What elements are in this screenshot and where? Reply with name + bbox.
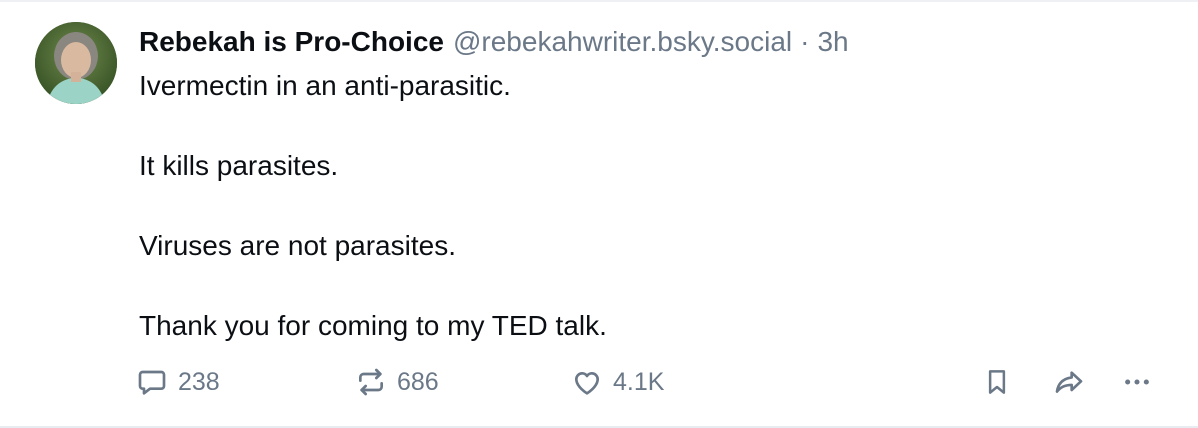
post-paragraph: It kills parasites.: [139, 150, 339, 181]
reply-count: 238: [178, 367, 220, 396]
post-paragraph: Viruses are not parasites.: [139, 230, 456, 261]
share-button[interactable]: [1052, 360, 1086, 404]
avatar-image: [35, 22, 117, 104]
post-text: Ivermectin in an anti-parasitic. It kill…: [139, 66, 1099, 346]
post-paragraph: Ivermectin in an anti-parasitic.: [139, 70, 511, 101]
repost-count: 686: [397, 367, 439, 396]
more-options-icon: [1125, 379, 1149, 385]
post-header: Rebekah is Pro-Choice @rebekahwriter.bsk…: [139, 24, 849, 60]
bookmark-icon: [988, 370, 1006, 394]
post-timestamp[interactable]: 3h: [817, 24, 848, 60]
post-paragraph: Thank you for coming to my TED talk.: [139, 310, 607, 341]
bookmark-button[interactable]: [982, 360, 1012, 404]
share-icon: [1055, 371, 1083, 393]
more-options-button[interactable]: [1120, 360, 1154, 404]
repost-icon: [359, 368, 383, 396]
reply-button[interactable]: 238: [136, 360, 220, 404]
post-actions: 238 686 4.1K: [0, 360, 1198, 404]
like-count: 4.1K: [613, 367, 665, 396]
post-card[interactable]: Rebekah is Pro-Choice @rebekahwriter.bsk…: [0, 0, 1198, 428]
reply-icon: [138, 370, 166, 395]
avatar[interactable]: [35, 22, 117, 104]
heart-icon: [575, 372, 599, 395]
header-separator: ·: [800, 26, 810, 57]
repost-button[interactable]: 686: [355, 360, 439, 404]
author-handle[interactable]: @rebekahwriter.bsky.social: [453, 24, 792, 60]
like-button[interactable]: 4.1K: [571, 360, 664, 404]
author-display-name[interactable]: Rebekah is Pro-Choice: [139, 24, 444, 60]
